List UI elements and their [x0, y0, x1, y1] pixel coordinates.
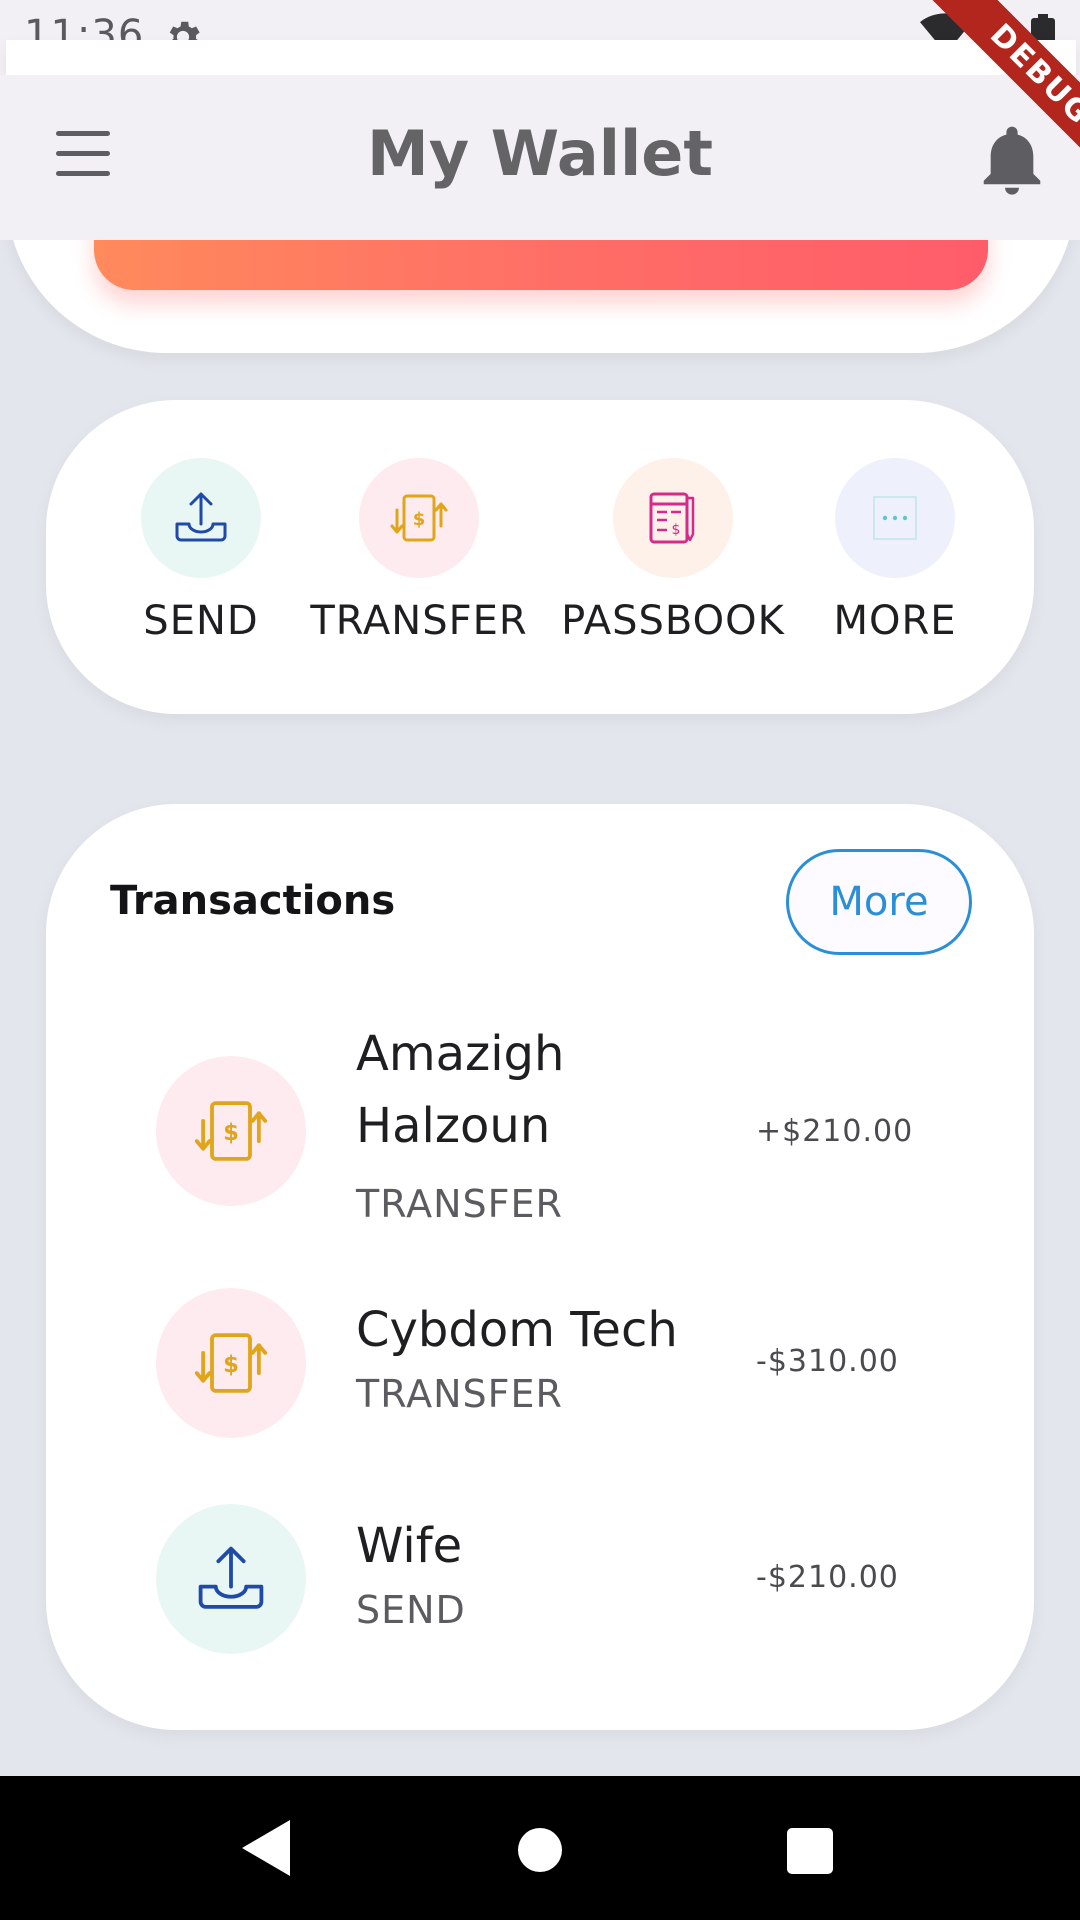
passbook-icon-circle: $	[613, 458, 733, 578]
transaction-amount: +$210.00	[756, 1114, 914, 1149]
send-action-label: SEND	[143, 598, 259, 644]
passbook-icon: $	[649, 492, 695, 544]
quick-actions-card: SEND $ TRANSFER $ PASSBOOK MORE	[46, 400, 1034, 714]
transaction-type: TRANSFER	[356, 1182, 563, 1226]
transfer-dollar-icon: $	[194, 1333, 268, 1393]
send-icon-circle	[141, 458, 261, 578]
transaction-row[interactable]: Wife SEND -$210.00	[156, 1504, 976, 1654]
transaction-amount: -$310.00	[756, 1344, 899, 1379]
more-icon-circle	[835, 458, 955, 578]
transaction-name: Cybdom Tech	[356, 1302, 678, 1358]
page-title: My Wallet	[367, 117, 713, 190]
transactions-title: Transactions	[110, 878, 396, 924]
svg-text:$: $	[413, 509, 426, 530]
transaction-icon-circle	[156, 1504, 306, 1654]
transfer-icon-circle: $	[359, 458, 479, 578]
svg-text:$: $	[672, 522, 681, 538]
transaction-name: Amazigh Halzoun	[356, 1026, 565, 1154]
more-dots-icon	[873, 496, 917, 540]
transfer-action-label: TRANSFER	[310, 598, 528, 644]
transaction-row[interactable]: $ Amazigh Halzoun TRANSFER +$210.00	[156, 1026, 976, 1234]
send-upload-icon	[198, 1546, 264, 1609]
send-action-button[interactable]: SEND	[86, 458, 316, 658]
transaction-type: SEND	[356, 1588, 466, 1632]
passbook-action-button[interactable]: $ PASSBOOK	[558, 458, 788, 658]
notification-bell-icon[interactable]	[980, 125, 1044, 195]
system-navigation-bar	[0, 1776, 1080, 1920]
svg-text:$: $	[223, 1120, 239, 1146]
more-transactions-button[interactable]: More	[786, 849, 972, 955]
transactions-card: Transactions More $ Amazigh Halzoun TRAN…	[46, 804, 1034, 1730]
passbook-action-label: PASSBOOK	[561, 598, 785, 644]
recents-square-icon[interactable]	[787, 1828, 833, 1874]
home-circle-icon[interactable]	[518, 1828, 562, 1872]
transaction-icon-circle: $	[156, 1056, 306, 1206]
more-action-label: MORE	[833, 598, 957, 644]
back-triangle-icon[interactable]	[238, 1818, 294, 1878]
transaction-type: TRANSFER	[356, 1372, 563, 1416]
transfer-dollar-icon: $	[194, 1101, 268, 1161]
transfer-dollar-icon: $	[390, 494, 448, 542]
app-bar: My Wallet	[0, 75, 1080, 240]
transaction-icon-circle: $	[156, 1288, 306, 1438]
transaction-amount: -$210.00	[756, 1560, 899, 1595]
transaction-name: Wife	[356, 1518, 463, 1574]
svg-text:$: $	[223, 1352, 239, 1378]
transfer-action-button[interactable]: $ TRANSFER	[304, 458, 534, 658]
send-upload-icon	[175, 492, 227, 542]
more-action-button[interactable]: MORE	[780, 458, 1010, 658]
transaction-row[interactable]: $ Cybdom Tech TRANSFER -$310.00	[156, 1288, 976, 1438]
